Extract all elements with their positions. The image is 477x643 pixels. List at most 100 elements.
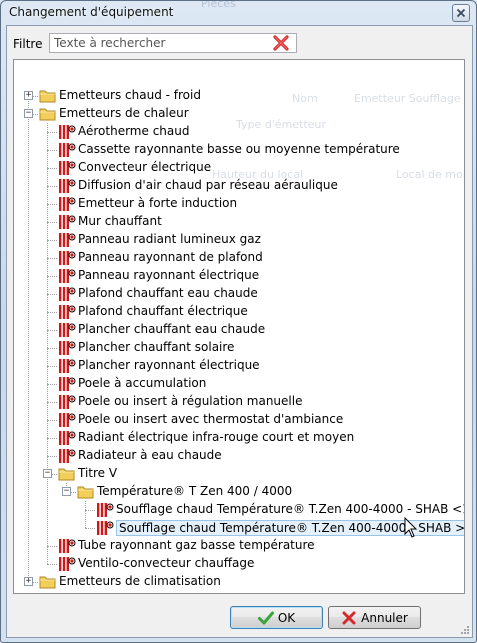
tree-node-label: Convecteur électrique: [78, 160, 212, 174]
tree-leaf-node[interactable]: Ventilo-convecteur chauffage: [14, 555, 464, 573]
tree-node-label: Emetteur à forte induction: [78, 196, 238, 210]
tree-node-label: Panneau radiant lumineux gaz: [78, 232, 261, 246]
resize-grip-icon[interactable]: [460, 625, 470, 635]
radiator-icon: [58, 250, 76, 266]
tree-node-label: Température® T Zen 400 / 4000: [97, 484, 293, 498]
tree-node-label: Soufflage chaud Température® T.Zen 400-4…: [116, 502, 465, 516]
tree-leaf-node[interactable]: Plancher chauffant solaire: [14, 339, 464, 357]
tree-leaf-node[interactable]: Plancher chauffant eau chaude: [14, 321, 464, 339]
folder-icon: [58, 466, 76, 482]
tree-leaf-node[interactable]: Panneau rayonnant de plafond: [14, 249, 464, 267]
tree-leaf-node[interactable]: Plancher rayonnant électrique: [14, 357, 464, 375]
radiator-icon: [58, 232, 76, 248]
radiator-icon: [58, 196, 76, 212]
mouse-cursor-icon: [404, 517, 418, 538]
equipment-tree[interactable]: Nom Emetteur Soufflage ter Type d'émette…: [13, 59, 465, 594]
tree-folder-node[interactable]: − Température® T Zen 400 / 4000: [14, 483, 464, 501]
radiator-icon: [96, 520, 114, 536]
expand-plus-icon[interactable]: +: [24, 91, 33, 100]
dialog-title: Changement d'équipement: [9, 5, 174, 19]
tree-node-label: Plancher chauffant solaire: [78, 340, 235, 354]
cancel-button[interactable]: Annuler: [328, 606, 421, 629]
tree-leaf-node[interactable]: Radiateur à eau chaude: [14, 447, 464, 465]
collapse-minus-icon[interactable]: −: [24, 109, 33, 118]
clear-filter-button[interactable]: [272, 34, 290, 52]
tree-node-label: Poele ou insert à régulation manuelle: [78, 394, 303, 408]
radiator-icon: [58, 538, 76, 554]
expand-plus-icon[interactable]: +: [24, 577, 33, 586]
radiator-icon: [58, 412, 76, 428]
tree-leaf-node[interactable]: Cassette rayonnante basse ou moyenne tem…: [14, 141, 464, 159]
tree-node-label: Titre V: [78, 466, 118, 480]
folder-icon: [39, 88, 57, 104]
cancel-x-icon: [342, 611, 356, 624]
folder-icon: [39, 106, 57, 122]
tree-node-label: Radiateur à eau chaude: [78, 448, 222, 462]
tree-node-label: Plancher rayonnant électrique: [78, 358, 260, 372]
tree-folder-node[interactable]: − Titre V: [14, 465, 464, 483]
folder-icon: [77, 484, 95, 500]
tree-node-label: Poele à accumulation: [78, 376, 207, 390]
tree-leaf-node[interactable]: Tube rayonnant gaz basse température: [14, 537, 464, 555]
tree-leaf-node[interactable]: Aérotherme chaud: [14, 123, 464, 141]
tree-node-label: Emetteurs de chaleur: [59, 106, 189, 120]
radiator-icon: [58, 214, 76, 230]
tree-node-label: Cassette rayonnante basse ou moyenne tem…: [78, 142, 400, 156]
radiator-icon: [58, 322, 76, 338]
close-icon: [456, 8, 466, 18]
background-window-title: Pièces: [201, 0, 236, 10]
title-bar[interactable]: Pièces Changement d'équipement: [1, 1, 476, 25]
cancel-button-label: Annuler: [361, 610, 408, 625]
tree-node-label: Emetteurs chaud - froid: [59, 88, 201, 102]
filter-label: Filtre: [13, 37, 43, 51]
tree-node-label: Poele ou insert avec thermostat d'ambian…: [78, 412, 344, 426]
tree-node-label: Ventilo-convecteur chauffage: [78, 556, 255, 570]
radiator-icon: [58, 142, 76, 158]
radiator-icon: [58, 268, 76, 284]
tree-folder-node[interactable]: + Emetteurs chaud - froid: [14, 87, 464, 105]
ok-button[interactable]: OK: [230, 606, 323, 629]
tree-node-label: Radiant électrique infra-rouge court et …: [78, 430, 355, 444]
tree-folder-node[interactable]: − Emetteurs de chaleur: [14, 105, 464, 123]
tree-leaf-node[interactable]: Plafond chauffant eau chaude: [14, 285, 464, 303]
dialog-body: Filtre Nom Emetteur Soufflage ter Type d…: [6, 25, 473, 638]
tree-node-label: Panneau rayonnant électrique: [78, 268, 260, 282]
dialog-window: Pièces Changement d'équipement Filtre No…: [0, 0, 477, 643]
radiator-icon: [58, 448, 76, 464]
radiator-icon: [58, 556, 76, 572]
tree-node-label: Diffusion d'air chaud par réseau aérauli…: [78, 178, 338, 192]
tree-node-label: Aérotherme chaud: [78, 124, 190, 138]
tree-leaf-node[interactable]: Diffusion d'air chaud par réseau aérauli…: [14, 177, 464, 195]
tree-node-label: Plafond chauffant électrique: [78, 304, 248, 318]
filter-input[interactable]: [49, 33, 297, 53]
check-icon: [257, 611, 274, 624]
tree-node-label: Tube rayonnant gaz basse température: [78, 538, 315, 552]
tree-leaf-node[interactable]: Soufflage chaud Température® T.Zen 400-4…: [14, 501, 464, 519]
radiator-icon: [58, 286, 76, 302]
tree-node-label: Panneau rayonnant de plafond: [78, 250, 263, 264]
radiator-icon: [58, 160, 76, 176]
tree-leaf-node[interactable]: Soufflage chaud Température® T.Zen 400-4…: [14, 519, 464, 537]
tree-leaf-node[interactable]: Mur chauffant: [14, 213, 464, 231]
tree-leaf-node[interactable]: Poele à accumulation: [14, 375, 464, 393]
radiator-icon: [58, 304, 76, 320]
tree-leaf-node[interactable]: Plafond chauffant électrique: [14, 303, 464, 321]
tree-leaf-node[interactable]: Poele ou insert avec thermostat d'ambian…: [14, 411, 464, 429]
tree-leaf-node[interactable]: Emetteur à forte induction: [14, 195, 464, 213]
tree-node-label: Plafond chauffant eau chaude: [78, 286, 258, 300]
tree-leaf-node[interactable]: Poele ou insert à régulation manuelle: [14, 393, 464, 411]
tree-leaf-node[interactable]: Panneau radiant lumineux gaz: [14, 231, 464, 249]
tree-folder-node[interactable]: + Emetteurs de climatisation: [14, 573, 464, 591]
tree-node-label: Mur chauffant: [78, 214, 162, 228]
tree-leaf-node[interactable]: Convecteur électrique: [14, 159, 464, 177]
radiator-icon: [58, 124, 76, 140]
collapse-minus-icon[interactable]: −: [43, 469, 52, 478]
radiator-icon: [58, 376, 76, 392]
radiator-icon: [58, 178, 76, 194]
folder-icon: [39, 574, 57, 590]
radiator-icon: [58, 430, 76, 446]
tree-leaf-node[interactable]: Radiant électrique infra-rouge court et …: [14, 429, 464, 447]
tree-leaf-node[interactable]: Panneau rayonnant électrique: [14, 267, 464, 285]
close-button[interactable]: [452, 4, 470, 22]
collapse-minus-icon[interactable]: −: [62, 487, 71, 496]
